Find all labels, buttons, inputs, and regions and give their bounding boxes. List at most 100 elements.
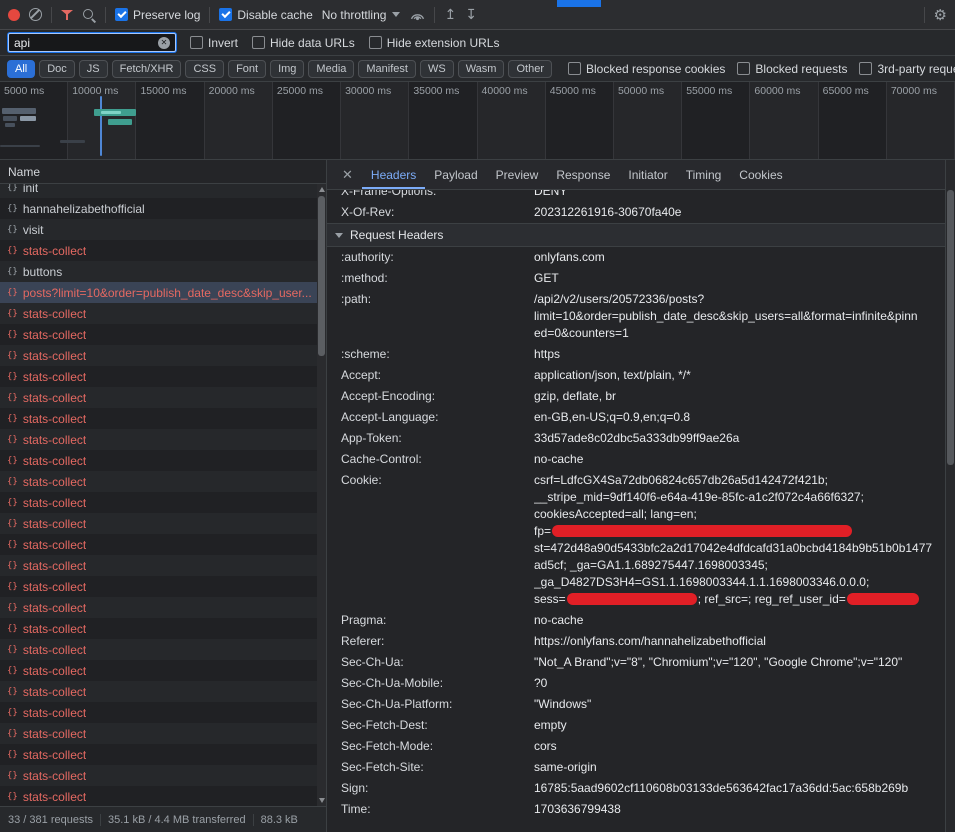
tab-initiator[interactable]: Initiator [619,160,676,189]
request-type-icon: {} [7,687,18,697]
tab-headers[interactable]: Headers [362,160,425,189]
request-type-icon: {} [7,414,18,424]
hide-extension-urls-label: Hide extension URLs [387,36,500,50]
header-row: :scheme:https [327,344,945,365]
request-row[interactable]: {}stats-collect [0,345,317,366]
scrollbar-thumb[interactable] [318,196,325,356]
request-row[interactable]: {}stats-collect [0,639,317,660]
request-row[interactable]: {}stats-collect [0,324,317,345]
request-row[interactable]: {}init [0,184,317,198]
network-conditions-icon[interactable] [409,7,425,23]
search-icon[interactable] [82,8,96,22]
request-name: stats-collect [23,328,86,342]
header-value-line: fp= [534,523,937,540]
request-row[interactable]: {}stats-collect [0,513,317,534]
type-filter-manifest[interactable]: Manifest [358,60,416,78]
request-row[interactable]: {}stats-collect [0,723,317,744]
header-value: onlyfans.com [534,249,937,266]
overview-timeline[interactable]: 5000 ms10000 ms15000 ms20000 ms25000 ms3… [0,82,955,160]
disable-cache-label: Disable cache [237,8,312,22]
details-tab-bar: ✕ HeadersPayloadPreviewResponseInitiator… [327,160,945,190]
type-filter-css[interactable]: CSS [185,60,224,78]
timeline-column: 45000 ms [546,82,614,159]
request-row[interactable]: {}stats-collect [0,576,317,597]
third-party-requests-checkbox[interactable]: 3rd-party requests [859,62,955,76]
request-row[interactable]: {}stats-collect [0,660,317,681]
name-column-header[interactable]: Name [0,160,326,184]
type-filter-img[interactable]: Img [270,60,304,78]
clear-filter-icon[interactable] [158,37,170,49]
request-type-icon: {} [7,204,18,214]
request-row[interactable]: {}stats-collect [0,786,317,806]
request-type-icon: {} [7,519,18,529]
type-filter-font[interactable]: Font [228,60,266,78]
type-filter-doc[interactable]: Doc [39,60,75,78]
blocked-requests-checkbox[interactable]: Blocked requests [737,62,847,76]
timeline-tick-label: 20000 ms [205,82,272,97]
blocked-response-cookies-checkbox[interactable]: Blocked response cookies [568,62,725,76]
request-row[interactable]: {}stats-collect [0,387,317,408]
disable-cache-checkbox[interactable]: Disable cache [219,8,312,22]
waterfall-bar [2,108,36,114]
invert-checkbox[interactable]: Invert [190,36,238,50]
filter-icon[interactable] [61,9,73,21]
request-row[interactable]: {}stats-collect [0,681,317,702]
scroll-down-arrow-icon[interactable] [319,798,325,803]
type-filter-ws[interactable]: WS [420,60,454,78]
tab-preview[interactable]: Preview [487,160,548,189]
type-filter-all[interactable]: All [7,60,35,78]
request-row[interactable]: {}stats-collect [0,408,317,429]
header-value: empty [534,717,937,734]
request-row[interactable]: {}posts?limit=10&order=publish_date_desc… [0,282,317,303]
export-har-icon[interactable]: ↧ [465,6,477,23]
filter-input[interactable]: api [8,33,176,52]
request-row[interactable]: {}stats-collect [0,534,317,555]
header-value: ?0 [534,675,937,692]
clear-network-log-icon[interactable] [29,8,42,21]
request-row[interactable]: {}stats-collect [0,618,317,639]
request-row[interactable]: {}stats-collect [0,744,317,765]
tab-payload[interactable]: Payload [425,160,486,189]
settings-icon[interactable]: ⚙ [934,6,947,24]
request-row[interactable]: {}visit [0,219,317,240]
request-headers-section-toggle[interactable]: Request Headers [327,223,945,247]
waterfall-bar [108,119,132,125]
scrollbar-thumb[interactable] [947,190,954,465]
request-row[interactable]: {}stats-collect [0,429,317,450]
request-row[interactable]: {}stats-collect [0,450,317,471]
preserve-log-checkbox[interactable]: Preserve log [115,8,200,22]
tab-timing[interactable]: Timing [677,160,731,189]
request-row[interactable]: {}stats-collect [0,471,317,492]
request-list-scrollbar[interactable] [317,184,326,806]
record-icon[interactable] [8,9,20,21]
header-value-line: cookiesAccepted=all; lang=en; [534,506,937,523]
scroll-up-arrow-icon[interactable] [319,187,325,192]
tab-response[interactable]: Response [547,160,619,189]
request-row[interactable]: {}stats-collect [0,597,317,618]
type-filter-other[interactable]: Other [508,60,552,78]
details-scrollbar[interactable] [945,160,955,832]
type-filter-js[interactable]: JS [79,60,108,78]
request-row[interactable]: {}stats-collect [0,702,317,723]
type-filter-media[interactable]: Media [308,60,354,78]
type-filter-fetch-xhr[interactable]: Fetch/XHR [112,60,182,78]
timeline-column: 30000 ms [341,82,409,159]
request-row[interactable]: {}stats-collect [0,240,317,261]
tab-cookies[interactable]: Cookies [730,160,791,189]
request-row[interactable]: {}stats-collect [0,303,317,324]
request-row[interactable]: {}stats-collect [0,555,317,576]
request-row[interactable]: {}stats-collect [0,366,317,387]
request-row[interactable]: {}hannahelizabethofficial [0,198,317,219]
hide-extension-urls-checkbox[interactable]: Hide extension URLs [369,36,500,50]
import-har-icon[interactable]: ↥ [444,6,456,23]
close-details-icon[interactable]: ✕ [333,167,362,183]
request-row[interactable]: {}stats-collect [0,765,317,786]
request-row[interactable]: {}buttons [0,261,317,282]
throttling-dropdown[interactable]: No throttling [322,8,401,22]
header-row: Sec-Fetch-Mode:cors [327,736,945,757]
request-row[interactable]: {}stats-collect [0,492,317,513]
type-filter-wasm[interactable]: Wasm [458,60,505,78]
resources-size: 88.3 kB [254,814,305,826]
hide-data-urls-checkbox[interactable]: Hide data URLs [252,36,355,50]
request-type-icon: {} [7,435,18,445]
